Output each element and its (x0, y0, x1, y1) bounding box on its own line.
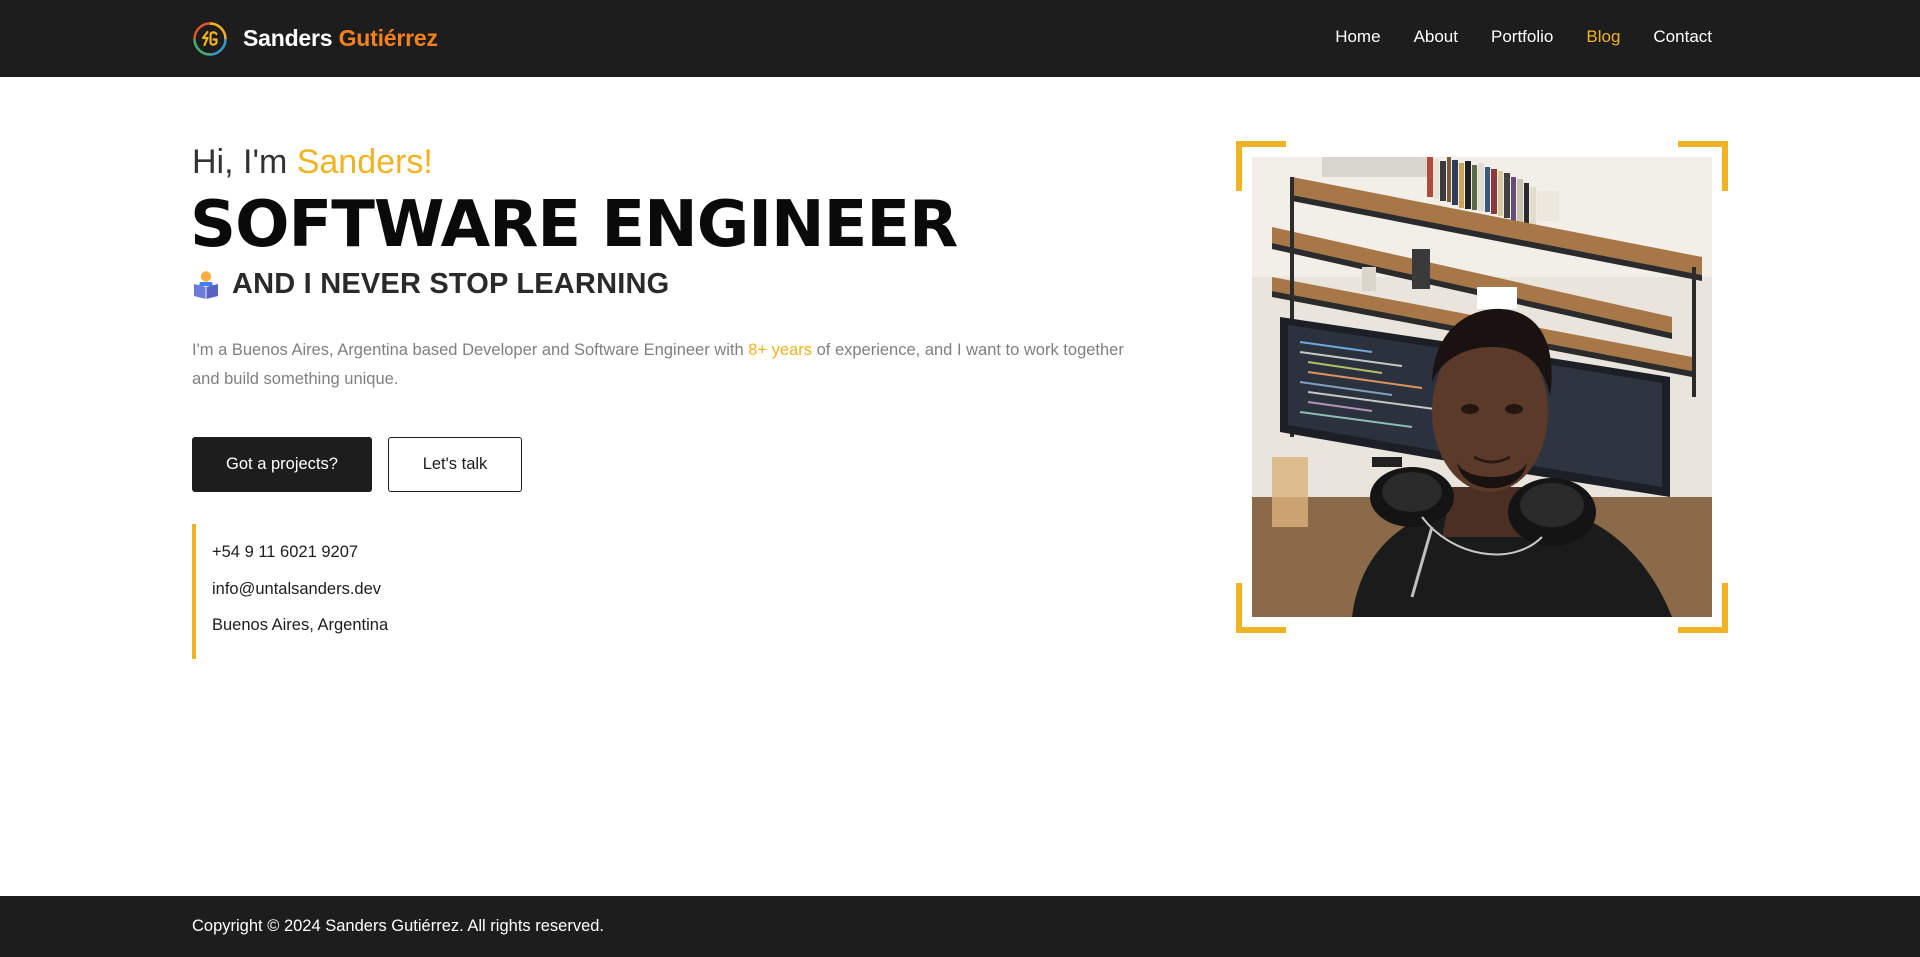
brand-last-name: Gutiérrez (338, 25, 438, 51)
brand-first-name: Sanders (243, 25, 333, 51)
lets-talk-button[interactable]: Let's talk (388, 437, 522, 492)
hero-subtitle: AND I NEVER STOP LEARNING (192, 268, 669, 301)
nav-contact[interactable]: Contact (1653, 27, 1712, 47)
main-nav: Home About Portfolio Blog Contact (1335, 27, 1712, 47)
nav-about[interactable]: About (1414, 27, 1458, 47)
brand-name: Sanders Gutiérrez (243, 25, 438, 52)
bio-years-highlight: 8+ years (748, 341, 812, 359)
profile-photo (1252, 157, 1712, 617)
contact-info: +54 9 11 6021 9207 info@untalsanders.dev… (192, 524, 492, 659)
bio-text-start: I'm a Buenos Aires, Argentina based Deve… (192, 341, 744, 359)
person-reading-icon (194, 270, 218, 299)
site-footer: Copyright © 2024 Sanders Gutiérrez. All … (0, 896, 1920, 957)
contact-location: Buenos Aires, Argentina (212, 616, 389, 634)
site-header: Sanders Gutiérrez Home About Portfolio B… (0, 0, 1920, 77)
hero-title: SOFTWARE ENGINEER (190, 188, 958, 262)
hero-greeting: Hi, I'm Sanders! (192, 143, 433, 182)
greeting-prefix: Hi, I'm (192, 143, 288, 181)
brand-link[interactable]: Sanders Gutiérrez (192, 19, 438, 58)
nav-portfolio[interactable]: Portfolio (1491, 27, 1553, 47)
copyright-text: Copyright © 2024 Sanders Gutiérrez. All … (192, 917, 605, 935)
nav-blog[interactable]: Blog (1586, 27, 1620, 47)
subtitle-text: AND I NEVER STOP LEARNING (232, 268, 670, 300)
profile-photo-frame (1236, 141, 1728, 633)
hero-bio: I'm a Buenos Aires, Argentina based Deve… (192, 336, 1152, 394)
sg-logo-icon (193, 21, 227, 56)
greeting-name: Sanders! (296, 143, 433, 181)
contact-phone: +54 9 11 6021 9207 (212, 543, 359, 561)
projects-button[interactable]: Got a projects? (192, 437, 372, 492)
nav-home[interactable]: Home (1335, 27, 1380, 47)
contact-email: info@untalsanders.dev (212, 579, 382, 598)
